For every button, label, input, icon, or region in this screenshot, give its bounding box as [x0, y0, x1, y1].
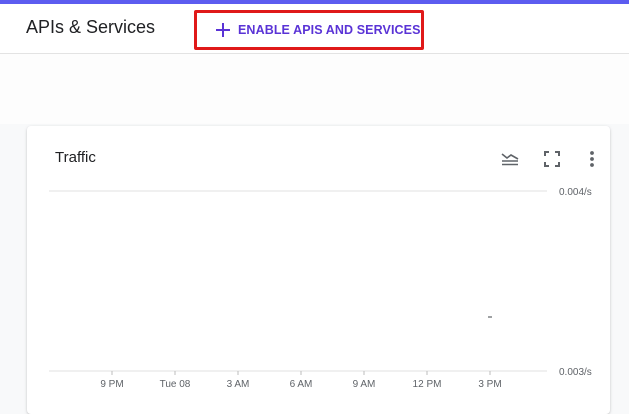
- content-top-strip: [0, 54, 629, 124]
- x-tick-label: 6 AM: [290, 379, 313, 390]
- x-tick-label: 9 PM: [100, 379, 123, 390]
- x-tick-label: 12 PM: [413, 379, 442, 390]
- traffic-chart: 0.004/s 0.003/s 9 PM Tue 08 3 AM 6 AM 9 AM 12…: [49, 187, 592, 390]
- page-header: APIs & Services ENABLE APIS AND SERVICES: [0, 4, 629, 54]
- y-tick-label: 0.003/s: [559, 367, 592, 378]
- traffic-card: Traffic 0.004/s 0.003/s 9 PM Tue 08 3 AM 6 …: [27, 126, 610, 414]
- enable-apis-label: ENABLE APIS AND SERVICES: [238, 23, 421, 37]
- plus-icon: [216, 23, 230, 37]
- x-tick-label: 9 AM: [353, 379, 376, 390]
- x-axis: 9 PM Tue 08 3 AM 6 AM 9 AM 12 PM 3 PM: [100, 371, 502, 390]
- x-tick-label: 3 AM: [227, 379, 250, 390]
- x-tick-label: 3 PM: [478, 379, 501, 390]
- x-tick-label: Tue 08: [160, 379, 191, 390]
- page-title: APIs & Services: [26, 17, 156, 37]
- y-tick-label: 0.004/s: [559, 187, 592, 198]
- enable-apis-button[interactable]: ENABLE APIS AND SERVICES: [194, 10, 424, 50]
